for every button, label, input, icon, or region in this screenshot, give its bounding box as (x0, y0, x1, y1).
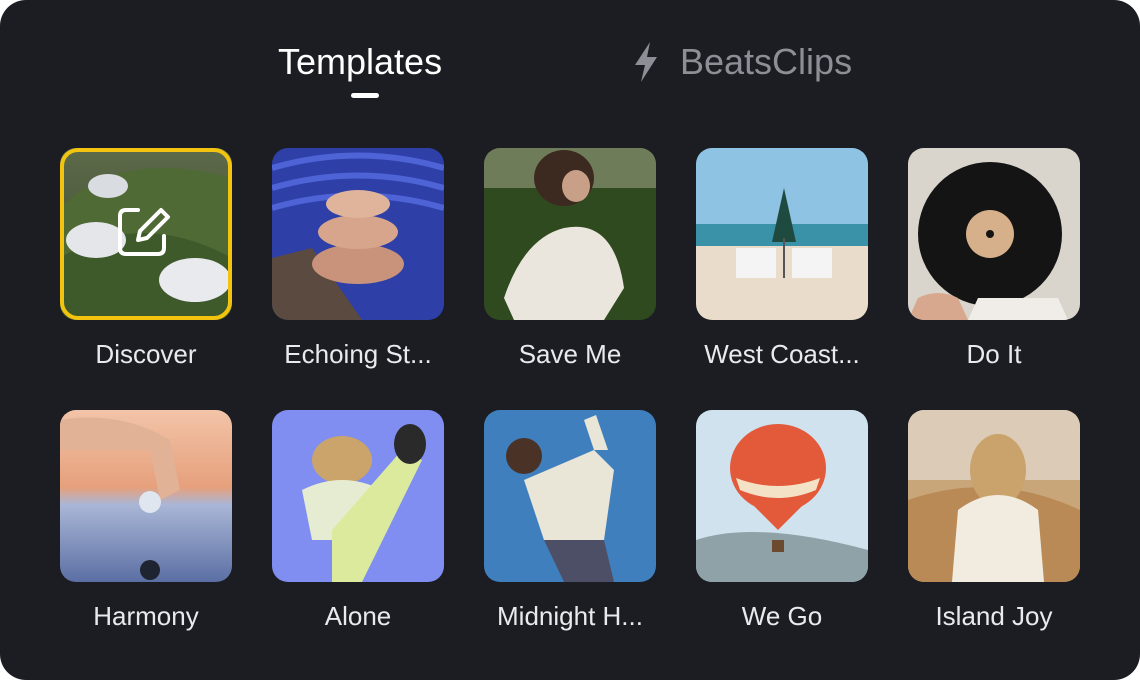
harmony-thumbnail (60, 410, 232, 582)
template-label: Harmony (93, 601, 199, 631)
template-label: Discover (95, 339, 197, 369)
template-tile-save-me[interactable] (484, 148, 656, 320)
template-label: West Coast... (704, 339, 860, 369)
template-tile-west-coast[interactable] (696, 148, 868, 320)
template-tile-harmony[interactable] (60, 410, 232, 582)
tab-templates-label: Templates (278, 41, 443, 82)
template-tile-discover[interactable] (60, 148, 232, 320)
echoing-thumbnail (272, 148, 444, 320)
template-label: Island Joy (935, 601, 1053, 631)
tab-templates[interactable]: Templates (278, 38, 442, 86)
tab-beatsclips-label: BeatsClips (680, 41, 853, 82)
template-label: Midnight H... (497, 601, 643, 631)
template-tile-echoing[interactable] (272, 148, 444, 320)
template-tile-we-go[interactable] (696, 410, 868, 582)
template-picker-panel: Templates BeatsClips Discover Echoing St… (0, 0, 1140, 680)
lightning-icon (635, 42, 657, 82)
edit-icon (118, 208, 170, 256)
midnight-thumbnail (484, 410, 656, 582)
tab-beatsclips[interactable]: BeatsClips (632, 38, 852, 86)
template-tile-do-it[interactable] (908, 148, 1080, 320)
save-me-thumbnail (484, 148, 656, 320)
west-coast-thumbnail (696, 148, 868, 320)
we-go-thumbnail (696, 410, 868, 582)
template-tile-midnight[interactable] (484, 410, 656, 582)
alone-thumbnail (272, 410, 444, 582)
active-tab-indicator (351, 93, 379, 98)
do-it-thumbnail (908, 148, 1080, 320)
template-tile-island-joy[interactable] (908, 410, 1080, 582)
template-label: Echoing St... (284, 339, 432, 369)
template-label: We Go (741, 601, 823, 631)
template-label: Do It (966, 339, 1022, 369)
island-joy-thumbnail (908, 410, 1080, 582)
template-tile-alone[interactable] (272, 410, 444, 582)
template-label: Save Me (518, 339, 622, 369)
template-label: Alone (324, 601, 392, 631)
